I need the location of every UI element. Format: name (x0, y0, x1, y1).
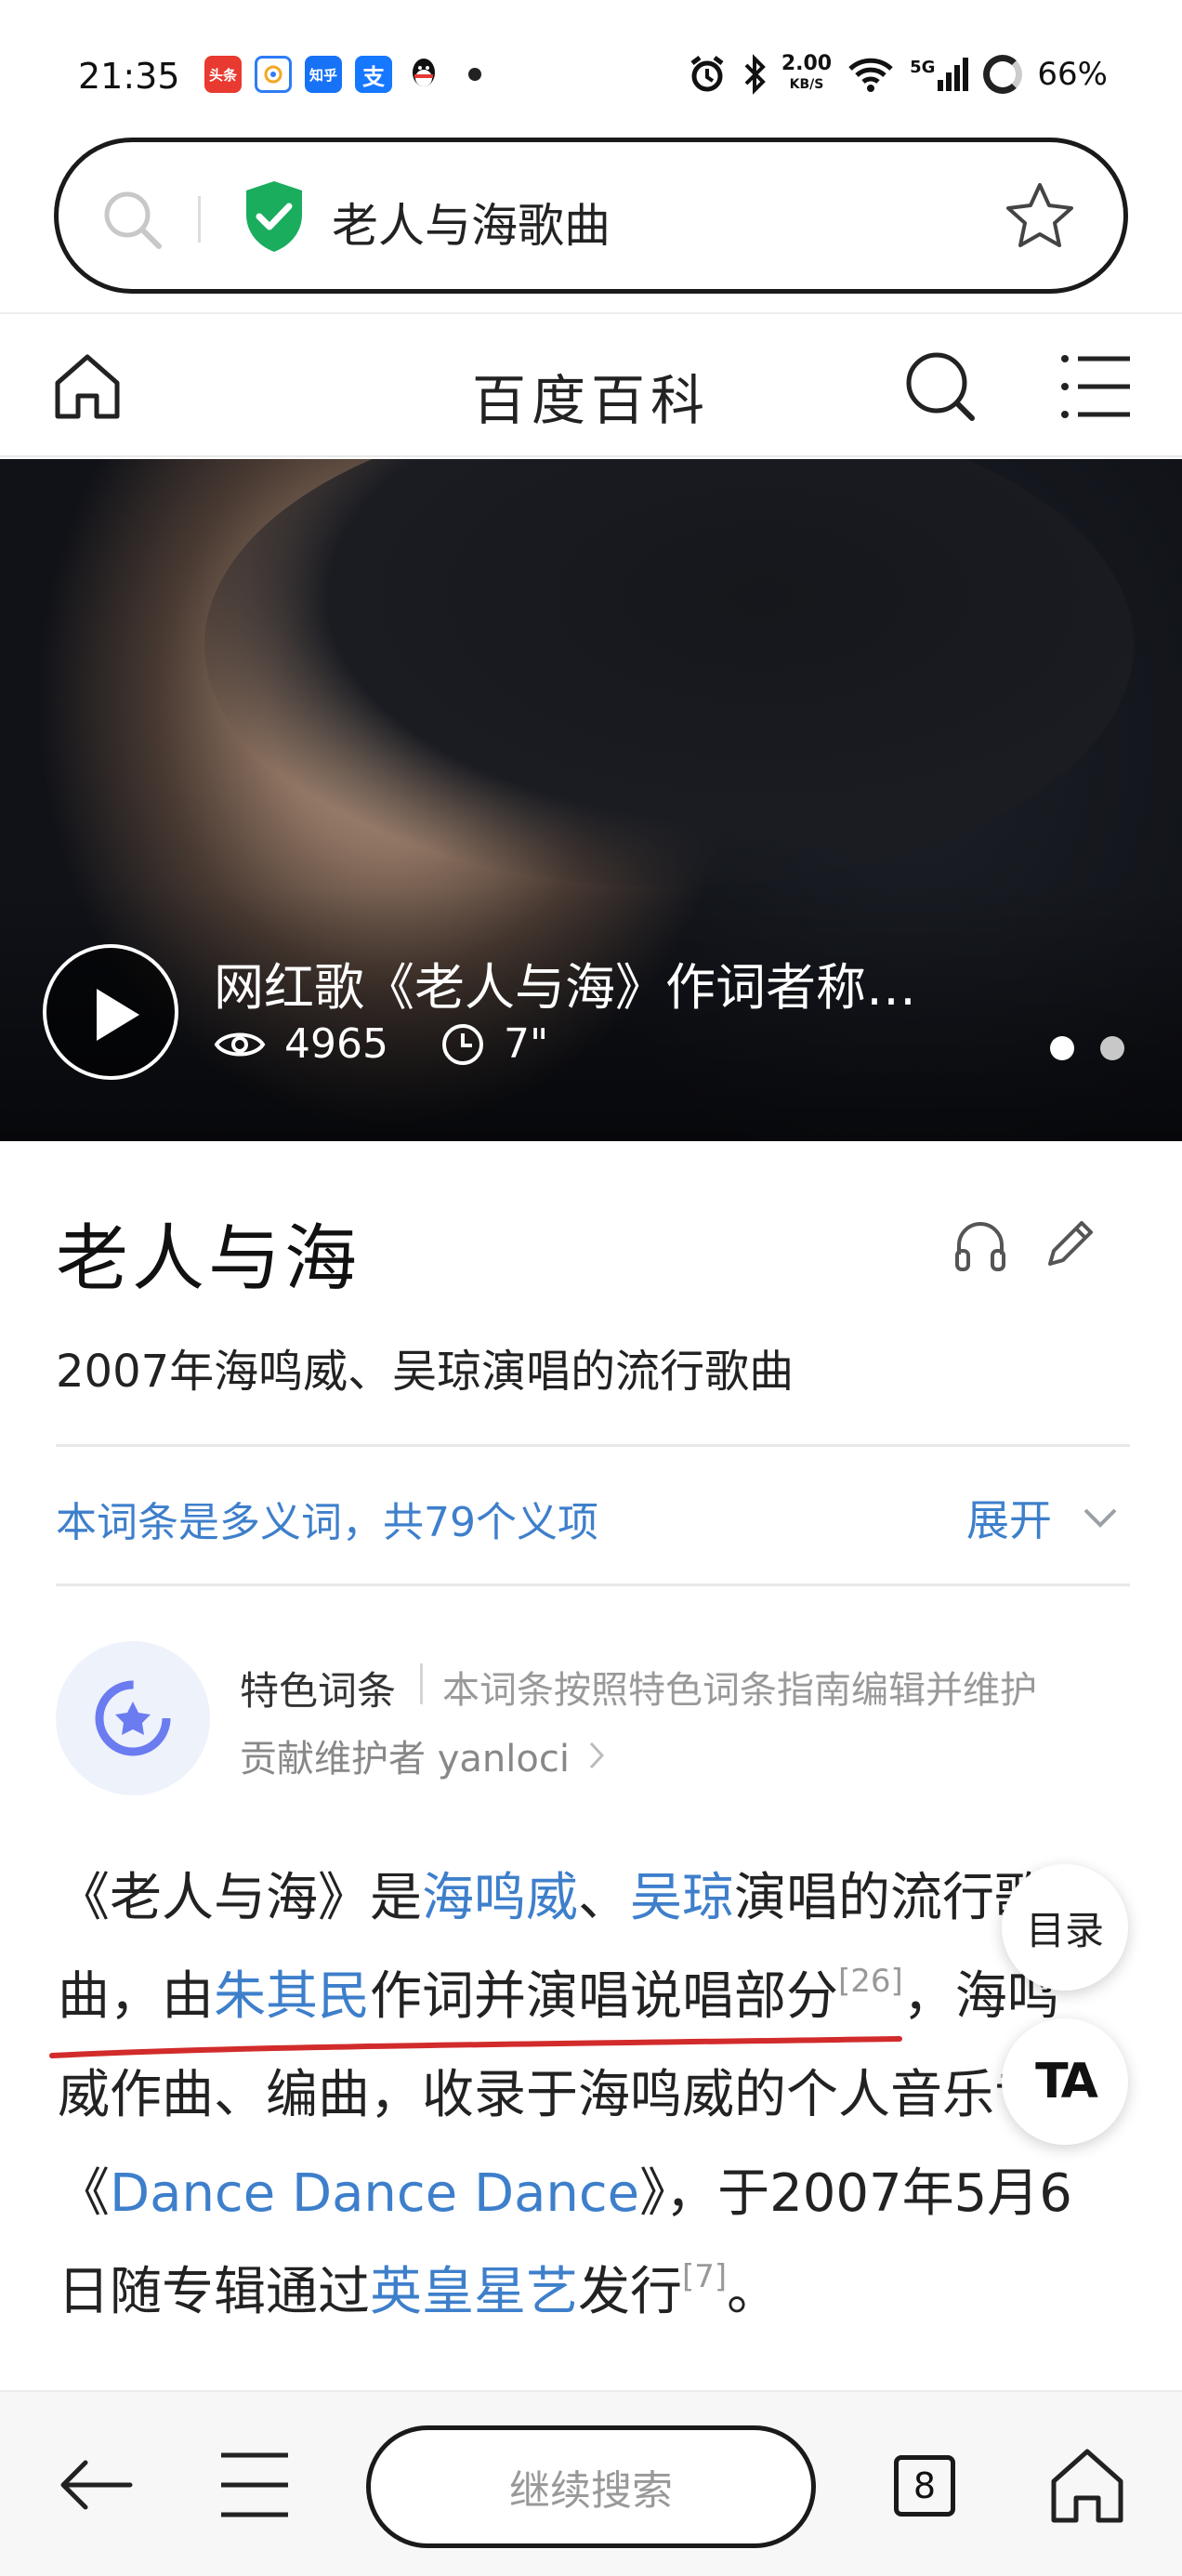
featured-badge (56, 1641, 210, 1795)
view-count: 4965 (284, 1020, 388, 1068)
table-of-contents-button[interactable]: 目录 (1002, 1864, 1128, 1991)
headphones-icon[interactable] (952, 1217, 1009, 1275)
search-query[interactable]: 老人与海歌曲 (332, 189, 611, 256)
wifi-icon (848, 58, 893, 92)
back-arrow-icon[interactable] (58, 2446, 136, 2524)
alarm-icon (690, 56, 724, 92)
polysemy-notice[interactable]: 本词条是多义词，共79个义项 (56, 1489, 598, 1548)
home-icon[interactable] (1046, 2444, 1128, 2526)
continue-search-button[interactable]: 继续搜索 (366, 2425, 816, 2548)
edit-pencil-icon[interactable] (1041, 1216, 1098, 1273)
toutiao-app-icon: 头条 (204, 56, 242, 93)
more-notifications-dot-icon (468, 68, 481, 81)
link-hai-ming-wei[interactable]: 海鸣威 (422, 1868, 578, 1928)
security-shield-icon (246, 181, 302, 252)
bookmark-star-icon[interactable] (1003, 179, 1077, 254)
contributor-link[interactable]: 贡献维护者 yanloci (240, 1728, 605, 1782)
status-time: 21:35 (78, 56, 180, 97)
link-zhu-qi-min[interactable]: 朱其民 (214, 1966, 370, 2027)
battery-level: 66% (1037, 56, 1108, 93)
menu-list-icon[interactable] (1059, 351, 1134, 422)
featured-star-icon (95, 1680, 171, 1756)
pager-dot-active[interactable] (1050, 1036, 1074, 1060)
status-indicators: 2.00 KB/S 5G 66% (687, 54, 1108, 95)
menu-icon[interactable] (216, 2448, 294, 2522)
baike-header: 百度百科 (0, 312, 1182, 457)
video-title[interactable]: 网红歌《老人与海》作词者称… (214, 946, 916, 1019)
tabs-count-button[interactable]: 8 (894, 2455, 955, 2517)
search-icon[interactable] (96, 183, 170, 257)
network-speed: 2.00 KB/S (781, 52, 833, 93)
chevron-down-icon (1084, 1508, 1117, 1528)
search-icon[interactable] (901, 348, 979, 426)
featured-note: 本词条按照特色词条指南编辑并维护 (442, 1669, 1037, 1712)
pager-dot[interactable] (1100, 1036, 1124, 1060)
reference-26[interactable]: [26] (838, 1963, 903, 2000)
address-search-bar[interactable]: 老人与海歌曲 (54, 138, 1128, 294)
chevron-right-icon (589, 1741, 604, 1769)
video-meta: 4965 7" (214, 1020, 548, 1068)
video-duration: 7" (503, 1020, 549, 1068)
notification-app-icons: 头条 知乎 支 (204, 56, 481, 93)
alipay-app-icon: 支 (355, 56, 392, 93)
reference-7[interactable]: [7] (682, 2258, 727, 2295)
divider (56, 1584, 1130, 1586)
play-button[interactable] (43, 944, 178, 1080)
video-banner[interactable] (0, 459, 1182, 1141)
play-icon (97, 989, 139, 1041)
clock-icon (441, 1023, 483, 1065)
qq-app-icon (405, 56, 442, 93)
battery-icon (983, 55, 1023, 94)
link-album[interactable]: Dance Dance Dance (110, 2163, 639, 2224)
font-size-button[interactable]: TA (1002, 2018, 1128, 2145)
link-wu-qiong[interactable]: 吴琼 (630, 1868, 734, 1928)
browser-bottom-bar: 继续搜索 8 (0, 2390, 1182, 2576)
entry-description: 2007年海鸣威、吴琼演唱的流行歌曲 (56, 1346, 795, 1398)
banner-image (204, 459, 1134, 887)
featured-separator (420, 1663, 423, 1704)
site-title[interactable]: 百度百科 (0, 357, 1182, 435)
cell-signal-icon: 5G (910, 58, 969, 91)
entry-title: 老人与海 (56, 1217, 361, 1301)
search-divider (198, 196, 201, 243)
status-bar: 21:35 头条 知乎 支 2.00 KB/S 5G 66% (0, 0, 1182, 139)
expand-senses-button[interactable]: 展开 (966, 1487, 1119, 1548)
bluetooth-icon (744, 54, 766, 95)
qq-browser-app-icon (255, 56, 292, 93)
featured-label: 特色词条 (240, 1668, 397, 1714)
summary-paragraph: 《老人与海》是海鸣威、吴琼演唱的流行歌曲，由朱其民作词并演唱说唱部分[26]，海… (58, 1868, 1098, 2322)
link-emperor-entertainment[interactable]: 英皇星艺 (370, 2262, 578, 2322)
zhihu-app-icon: 知乎 (305, 56, 342, 93)
views-eye-icon (214, 1032, 266, 1056)
carousel-pager (1050, 1036, 1124, 1060)
red-underline-annotation (49, 2036, 902, 2058)
divider (56, 1444, 1130, 1447)
